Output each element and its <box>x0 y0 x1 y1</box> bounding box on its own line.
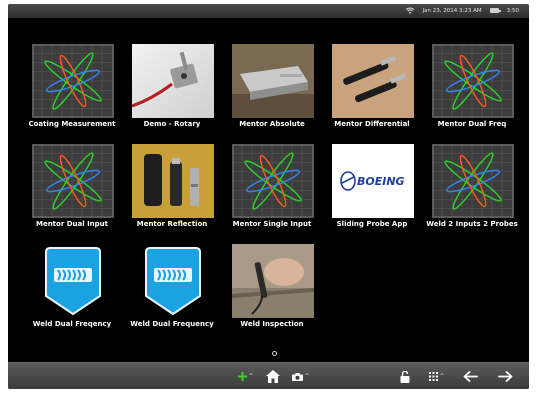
lissajous-thumbnail <box>432 144 514 218</box>
status-datetime: Jan 23, 2014 3:23 AM <box>422 7 482 14</box>
app-tile-label: Mentor Differential <box>334 120 410 128</box>
app-tile-mentor-dual-freq[interactable]: Mentor Dual Freq <box>428 44 516 134</box>
status-battery-level: 3:50 <box>506 7 519 14</box>
weld-badge-thumbnail <box>132 244 214 318</box>
camera-caret: ^ <box>304 373 310 380</box>
forward-button[interactable] <box>492 367 518 386</box>
app-tile-label: Weld Dual Freqency <box>32 320 112 328</box>
lock-icon <box>400 370 410 383</box>
app-tile-sliding-probe-app[interactable]: BOEING Sliding Probe App <box>328 144 416 234</box>
app-tile-mentor-single-input[interactable]: Mentor Single Input <box>228 144 316 234</box>
boeing-logo-thumbnail: BOEING <box>332 144 414 218</box>
app-tile-mentor-absolute[interactable]: Mentor Absolute <box>228 44 316 134</box>
lissajous-thumbnail <box>432 44 514 118</box>
weld-badge-thumbnail <box>32 244 114 318</box>
absolute-probe-photo-thumbnail <box>232 44 314 118</box>
battery-icon <box>489 8 501 13</box>
add-icon <box>238 372 248 381</box>
app-grid: Coating Measurement Demo - Rotary Mentor… <box>28 44 528 344</box>
weld-inspection-photo-thumbnail <box>232 244 314 318</box>
boeing-logo-text: BOEING <box>357 175 405 188</box>
camera-button[interactable]: ^ <box>289 367 313 386</box>
reflection-probe-photo-thumbnail <box>132 144 214 218</box>
home-icon <box>266 370 280 383</box>
device-screen: Jan 23, 2014 3:23 AM 3:50 Coating Measur… <box>8 4 529 389</box>
app-tile-label: Weld Dual Frequency <box>130 320 214 328</box>
app-tile-label: Mentor Absolute <box>239 120 305 128</box>
app-tile-label: Mentor Dual Freq <box>437 120 507 128</box>
app-tile-mentor-dual-input[interactable]: Mentor Dual Input <box>28 144 116 234</box>
camera-icon <box>292 372 304 381</box>
wifi-icon <box>405 7 414 14</box>
app-tile-coating-measurement[interactable]: Coating Measurement <box>28 44 116 134</box>
app-tile-weld-inspection[interactable]: Weld Inspection <box>228 244 316 334</box>
app-tile-label: Weld 2 Inputs 2 Probes <box>426 220 518 228</box>
lissajous-thumbnail <box>32 144 114 218</box>
app-tile-demo-rotary[interactable]: Demo - Rotary <box>128 44 216 134</box>
lock-button[interactable] <box>395 367 415 386</box>
app-menu-button[interactable]: ^ <box>425 367 449 386</box>
app-tile-weld-dual-freqency[interactable]: Weld Dual Freqency <box>28 244 116 334</box>
page-indicator-dot <box>272 351 277 356</box>
home-button[interactable] <box>262 367 284 386</box>
app-tile-mentor-reflection[interactable]: Mentor Reflection <box>128 144 216 234</box>
lissajous-thumbnail <box>232 144 314 218</box>
app-tile-label: Demo - Rotary <box>143 120 201 128</box>
app-tile-label: Coating Measurement <box>28 120 116 128</box>
app-tile-label: Mentor Reflection <box>136 220 208 228</box>
add-app-button[interactable]: ^ <box>234 367 258 386</box>
app-tile-label: Sliding Probe App <box>336 220 408 228</box>
app-tile-mentor-differential[interactable]: Mentor Differential <box>328 44 416 134</box>
taskbar: ^ ^ ^ <box>8 362 529 389</box>
add-caret: ^ <box>248 373 254 380</box>
app-tile-label: Weld Inspection <box>240 320 304 328</box>
app-tile-weld-2-inputs-2-probes[interactable]: Weld 2 Inputs 2 Probes <box>426 144 518 234</box>
lissajous-thumbnail <box>32 44 114 118</box>
rotary-probe-photo-thumbnail <box>132 44 214 118</box>
app-tile-label: Mentor Single Input <box>232 220 312 228</box>
back-button[interactable] <box>457 367 483 386</box>
apps-grid-icon <box>429 372 439 381</box>
app-tile-label: Mentor Dual Input <box>35 220 109 228</box>
apps-caret: ^ <box>439 373 445 380</box>
forward-arrow-icon <box>497 371 512 382</box>
status-bar: Jan 23, 2014 3:23 AM 3:50 <box>8 4 529 18</box>
differential-probe-photo-thumbnail <box>332 44 414 118</box>
app-tile-weld-dual-frequency[interactable]: Weld Dual Frequency <box>128 244 216 334</box>
back-arrow-icon <box>463 371 478 382</box>
status-right: Jan 23, 2014 3:23 AM 3:50 <box>405 7 519 14</box>
